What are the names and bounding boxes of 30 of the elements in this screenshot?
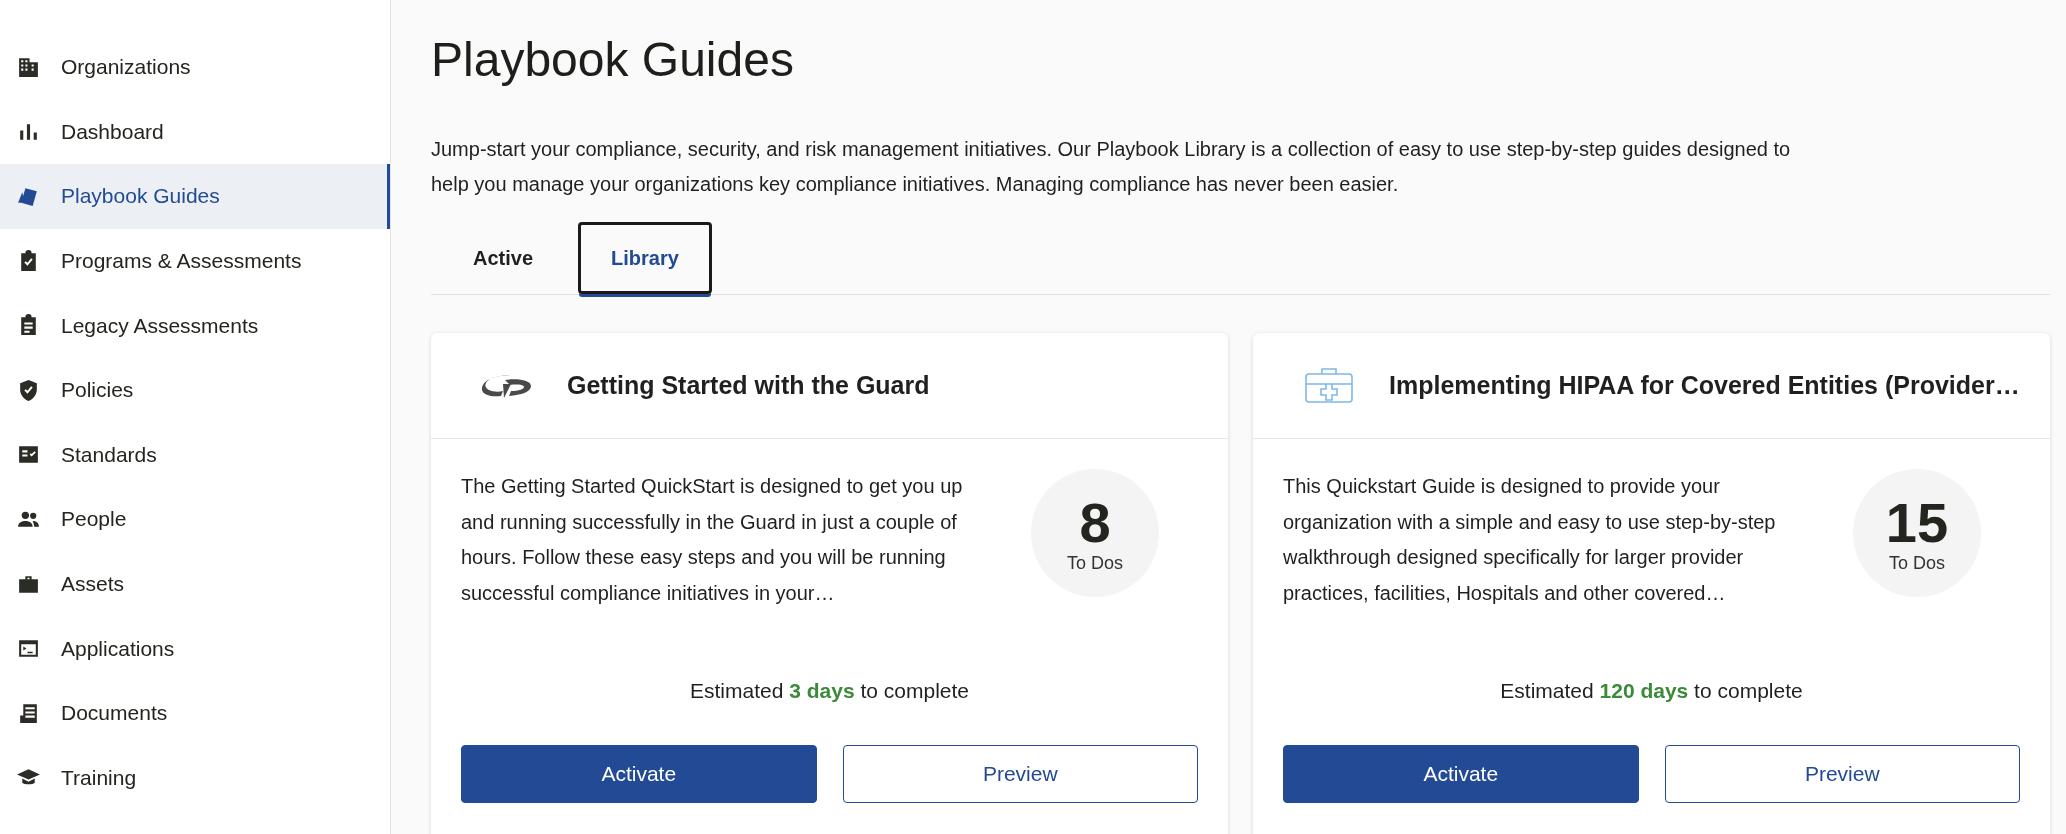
tab[interactable]: Library <box>578 222 712 294</box>
todo-count: 15 <box>1885 492 1949 553</box>
sidebar-item[interactable]: Training <box>0 745 390 811</box>
sidebar-item[interactable]: Documents <box>0 680 390 746</box>
sidebar-item[interactable]: Programs & Assessments <box>0 228 390 294</box>
sidebar-item[interactable]: Playbook Guides <box>0 164 390 229</box>
sidebar-item[interactable]: Dashboard <box>0 99 390 165</box>
todo-label: To Dos <box>1067 552 1123 574</box>
todo-count: 8 <box>1079 492 1111 553</box>
sidebar-item[interactable]: Assets <box>0 551 390 617</box>
estimate-text: Estimated 120 days to complete <box>1499 679 1804 703</box>
card-title: Implementing HIPAA for Covered Entities (Provider… <box>1389 371 2020 400</box>
tab[interactable]: Active <box>440 222 567 294</box>
page-title: Playbook Guides <box>431 32 795 88</box>
sidebar-item[interactable]: People <box>0 487 390 552</box>
card-description: The Getting Started QuickStart is designed to get you up and running successfully in the Guard in just a couple of hours. Follow these easy steps and you will be running successful compliance initiatives in your… <box>461 474 964 606</box>
sidebar-item[interactable]: Policies <box>0 357 390 423</box>
page-description: Jump-start your compliance, security, and risk management initiatives. Our Playbook Library is a collection of easy to use step-by-step guides designed to help you manage your organizations key compliance initiatives. Managing compliance has never been easier. <box>431 137 1792 197</box>
card-title: Getting Started with the Guard <box>567 371 930 400</box>
preview-button[interactable]: Preview <box>842 745 1198 803</box>
sidebar-item[interactable]: Standards <box>0 422 390 488</box>
sidebar-item[interactable]: Legacy Assessments <box>0 293 390 358</box>
todo-label: To Dos <box>1889 552 1945 574</box>
sidebar-item[interactable]: Applications <box>0 616 390 681</box>
activate-button[interactable]: Activate <box>461 745 817 803</box>
sidebar-item[interactable]: Organizations <box>0 35 390 100</box>
estimate-text: Estimated 3 days to complete <box>689 679 970 703</box>
activate-button[interactable]: Activate <box>1283 745 1639 803</box>
preview-button[interactable]: Preview <box>1664 745 2020 803</box>
card-description: This Quickstart Guide is designed to provide your organization with a simple and easy to use step-by-step walkthrough designed specifically for larger provider practices, facilities, Hospitals and other covered… <box>1283 474 1777 606</box>
